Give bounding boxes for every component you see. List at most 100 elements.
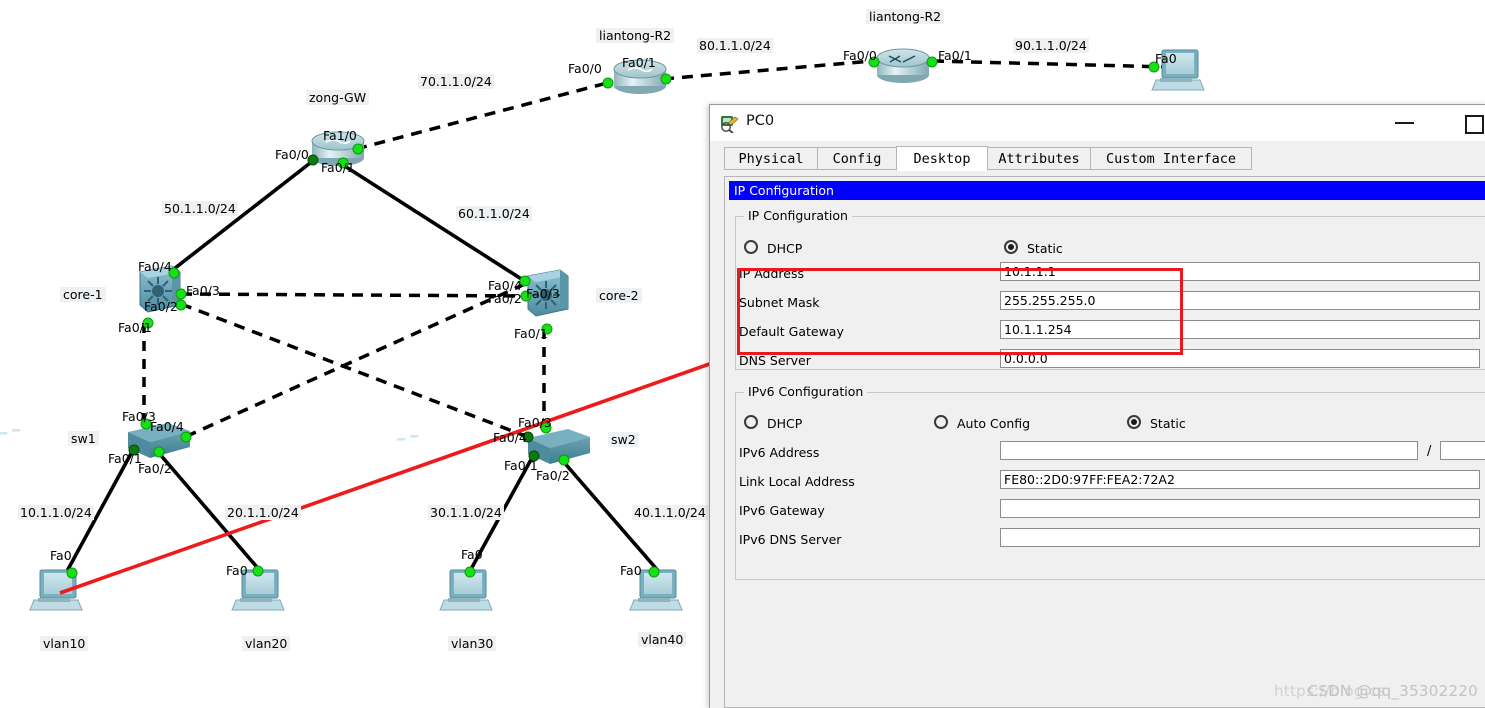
ipv6-address-label: IPv6 Address [739, 445, 820, 460]
default-gateway-label: Default Gateway [739, 324, 844, 339]
maximize-button[interactable] [1452, 105, 1485, 141]
ip-address-label: IP Address [739, 266, 804, 281]
ipv6-auto-config-radio[interactable] [934, 415, 948, 429]
tab-bar: Physical Config Desktop Attributes Custo… [710, 146, 1485, 171]
network-label-20: 20.1.1.0/24 [225, 505, 301, 520]
port-label-4: Fa0 [1155, 51, 1177, 66]
ip-address-input[interactable] [1000, 262, 1480, 281]
port-label-25: Fa0 [226, 563, 248, 578]
network-label-40: 40.1.1.0/24 [632, 505, 708, 520]
tab-config[interactable]: Config [817, 147, 897, 170]
device-label-sw2: sw2 [608, 432, 639, 447]
port-label-5: Fa1/0 [323, 128, 357, 143]
ipv6-dns-server-label: IPv6 DNS Server [739, 532, 842, 547]
default-gateway-input[interactable] [1000, 320, 1480, 339]
packet-tracer-pc-icon [721, 116, 739, 133]
network-label-60: 60.1.1.0/24 [456, 206, 532, 221]
port-label-9: Fa0/3 [186, 283, 220, 298]
device-label-vlan40: vlan40 [638, 632, 687, 647]
minimize-icon [1395, 122, 1414, 124]
port-label-21: Fa0/4 [493, 430, 527, 445]
ipv6-auto-config-label: Auto Config [957, 416, 1031, 431]
window-title: PC0 [746, 113, 775, 129]
ipv6-prefix-separator: / [1427, 444, 1432, 459]
router-liantong-r2-b-icon [876, 48, 930, 83]
tab-custom-interface[interactable]: Custom Interface [1090, 147, 1252, 170]
device-label-core-1: core-1 [60, 287, 106, 302]
csdn-watermark: https://blog.csCSDN @qq_35302220 [1274, 682, 1478, 700]
port-label-10: Fa0/2 [144, 299, 178, 314]
port-label-22: Fa0/1 [504, 458, 538, 473]
tab-physical[interactable]: Physical [724, 147, 818, 170]
device-label-core-2: core-2 [596, 288, 642, 303]
port-label-13: Fa0/3 [526, 286, 560, 301]
port-label-19: Fa0/2 [138, 461, 172, 476]
ipv6-static-radio[interactable] [1127, 415, 1141, 429]
network-label-80: 80.1.1.0/24 [697, 38, 773, 53]
device-label-vlan30: vlan30 [448, 636, 497, 651]
port-label-11: Fa0/1 [118, 320, 152, 335]
port-label-20: Fa0/3 [518, 415, 552, 430]
pc0-window: PC0 Physical Config Desktop Attributes C… [709, 104, 1485, 708]
port-label-17: Fa0/4 [150, 419, 184, 434]
window-titlebar: PC0 [710, 105, 1485, 141]
tab-attributes[interactable]: Attributes [987, 147, 1091, 170]
ipv6-gateway-input[interactable] [1000, 499, 1480, 518]
port-label-8: Fa0/4 [138, 259, 172, 274]
watermark-author: CSDN @qq_35302220 [1307, 682, 1478, 700]
minimize-button[interactable] [1384, 105, 1428, 141]
device-label-vlan10: vlan10 [40, 636, 89, 651]
port-label-2: Fa0/0 [843, 48, 877, 63]
ipv6-dhcp-label: DHCP [767, 416, 803, 431]
subnet-mask-label: Subnet Mask [739, 295, 820, 310]
port-label-26: Fa0 [461, 547, 483, 562]
ipv6-prefix-input[interactable] [1440, 441, 1485, 460]
ipv6-dns-server-input[interactable] [1000, 528, 1480, 547]
network-label-30: 30.1.1.0/24 [428, 505, 504, 520]
port-label-1: Fa0/1 [622, 55, 656, 70]
ip-configuration-header: IP Configuration [729, 181, 1485, 200]
port-label-27: Fa0 [620, 563, 642, 578]
ipv6-configuration-group: IPv6 Configuration DHCP Auto Config Stat… [735, 384, 1485, 580]
ipv6-group-title: IPv6 Configuration [744, 384, 868, 399]
ipv6-address-input[interactable] [1000, 441, 1418, 460]
port-label-3: Fa0/1 [938, 48, 972, 63]
tab-desktop[interactable]: Desktop [896, 146, 988, 171]
pc-vlan30-icon [439, 569, 493, 611]
ipv4-static-radio[interactable] [1004, 240, 1018, 254]
network-label-90: 90.1.1.0/24 [1013, 38, 1089, 53]
ipv4-configuration-group: IP Configuration DHCP Static IP Address … [735, 208, 1485, 370]
port-label-23: Fa0/2 [536, 468, 570, 483]
port-label-18: Fa0/1 [108, 451, 142, 466]
port-label-7: Fa0/1 [321, 160, 355, 175]
network-label-70: 70.1.1.0/24 [418, 74, 494, 89]
ipv4-dhcp-radio[interactable] [744, 240, 758, 254]
ipv6-static-radio-dot [1131, 419, 1137, 425]
desktop-panel: IP Configuration IP Configuration DHCP S… [724, 176, 1485, 708]
port-label-24: Fa0 [50, 548, 72, 563]
subnet-mask-input[interactable] [1000, 291, 1480, 310]
device-label-vlan20: vlan20 [242, 636, 291, 651]
port-label-6: Fa0/0 [275, 147, 309, 162]
link-local-address-label: Link Local Address [739, 474, 855, 489]
ip-configuration-header-text: IP Configuration [734, 183, 834, 198]
device-label-liantong-r2-a: liantong-R2 [596, 28, 675, 43]
port-label-14: Fa0/2 [488, 291, 522, 306]
ipv4-static-radio-dot [1008, 244, 1014, 250]
port-label-15: Fa0/1 [514, 326, 548, 341]
ipv4-group-title: IP Configuration [744, 208, 852, 223]
port-label-0: Fa0/0 [568, 61, 602, 76]
link-local-address-input[interactable] [1000, 470, 1480, 489]
device-label-liantong-r2-b: liantong-R2 [866, 9, 945, 24]
device-label-sw1: sw1 [68, 431, 99, 446]
ipv6-static-label: Static [1150, 416, 1186, 431]
ipv6-gateway-label: IPv6 Gateway [739, 503, 825, 518]
ipv6-dhcp-radio[interactable] [744, 415, 758, 429]
dns-server-input[interactable] [1000, 349, 1480, 368]
ipv4-static-label: Static [1027, 241, 1063, 256]
ipv4-dhcp-label: DHCP [767, 241, 803, 256]
dns-server-label: DNS Server [739, 353, 811, 368]
network-label-50: 50.1.1.0/24 [162, 201, 238, 216]
maximize-icon [1465, 115, 1484, 134]
network-label-10: 10.1.1.0/24 [18, 505, 94, 520]
